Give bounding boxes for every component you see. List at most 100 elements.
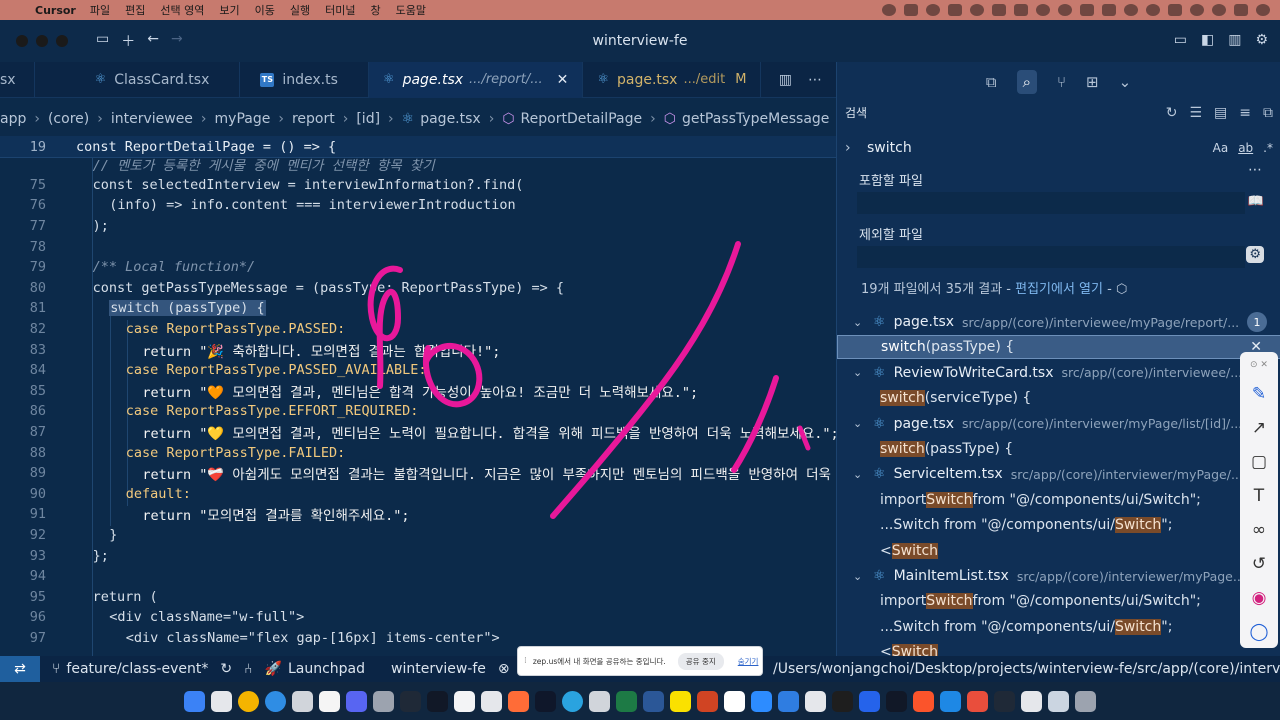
chat-icon[interactable] [1014, 4, 1028, 16]
extensions-icon[interactable]: ⊞ [1086, 73, 1099, 91]
kakaotalk-icon[interactable] [670, 690, 691, 712]
result-match-row[interactable]: ...Switch from "@/components/ui/Switch "; [837, 615, 1280, 639]
breadcrumb-item[interactable]: page.tsx [420, 111, 480, 127]
console-icon[interactable] [994, 690, 1015, 712]
split-layout-icon[interactable]: ▥ [1228, 32, 1241, 48]
code-line[interactable]: 91 return "모의면접 결과를 확인해주세요."; [0, 504, 836, 525]
view-as-tree-icon[interactable]: ⧉ [1263, 105, 1273, 121]
preview-icon[interactable] [1021, 690, 1042, 712]
downloads-icon[interactable] [1048, 690, 1069, 712]
telegram-icon[interactable] [1036, 4, 1050, 16]
menu-file[interactable]: 파일 [90, 2, 110, 18]
postman-icon[interactable] [508, 690, 529, 712]
refresh-icon[interactable]: ↻ [1166, 105, 1178, 121]
word-icon[interactable] [643, 690, 664, 712]
code-line[interactable]: 86 case ReportPassType.EFFORT_REQUIRED: [0, 401, 836, 422]
code-line[interactable]: 77); [0, 216, 836, 237]
tab-partial[interactable]: sx [0, 61, 35, 98]
result-match-row[interactable]: switch (serviceType) { [837, 386, 1280, 410]
code-line[interactable]: 79 /** Local function*/ [0, 257, 836, 278]
code-line[interactable]: 94 [0, 566, 836, 587]
chevron-down-icon[interactable]: ⌄ [853, 468, 869, 481]
menu-edit[interactable]: 편집 [125, 2, 145, 18]
calendar-icon[interactable] [724, 690, 745, 712]
result-match-row[interactable]: < Switch [837, 539, 1280, 563]
menu-window[interactable]: 창 [370, 2, 380, 18]
notion-icon[interactable] [454, 690, 475, 712]
code-line[interactable]: 82 case ReportPassType.PASSED: [0, 319, 836, 340]
menu-terminal[interactable]: 터미널 [325, 2, 355, 18]
finder-icon[interactable] [184, 690, 205, 712]
stop-sharing-button[interactable]: 공유 중지 [677, 652, 724, 670]
chatgpt-icon[interactable] [481, 690, 502, 712]
result-match-row[interactable]: import Switch from "@/components/ui/Swit… [837, 488, 1280, 512]
menu-go[interactable]: 이동 [255, 2, 275, 18]
code-line[interactable]: 75 const selectedInterview = interviewInf… [0, 175, 836, 196]
result-file-row[interactable]: ⌄ ⚛ page.tsx src/app/(core)/interviewer/myP… [837, 412, 1280, 436]
breadcrumb-item[interactable]: (core) [48, 111, 89, 127]
result-file-row[interactable]: ⌄ ⚛ MainItemList.tsx src/app/(core)/intervi… [837, 564, 1280, 588]
menu-run[interactable]: 실행 [290, 2, 310, 18]
link-icon[interactable]: ∞ [1252, 520, 1266, 540]
figma-icon[interactable] [832, 690, 853, 712]
code-line[interactable]: 76 (info) => info.content === interviewer… [0, 195, 836, 216]
messages-icon[interactable] [589, 690, 610, 712]
tab-index-ts[interactable]: TS index.ts [240, 61, 369, 98]
vscode-icon[interactable] [940, 690, 961, 712]
toggle-sidebar-icon[interactable]: ▭ [96, 31, 109, 51]
sync-icon[interactable]: ↻ [220, 661, 232, 677]
tab-classcard[interactable]: ⚛ ClassCard.tsx [35, 61, 241, 98]
source-control-icon[interactable]: ⑂ [1057, 73, 1066, 91]
code-line[interactable]: 88 case ReportPassType.FAILED: [0, 442, 836, 463]
notes-icon[interactable] [292, 690, 313, 712]
result-match-row[interactable]: ...Switch from "@/components/ui/Switch "; [837, 513, 1280, 537]
open-in-editor-link[interactable]: 편집기에서 열기 [1015, 282, 1103, 297]
explorer-icon[interactable]: ⧉ [986, 73, 997, 91]
breadcrumb-item[interactable]: app [0, 111, 26, 127]
siri-icon[interactable] [1256, 4, 1270, 16]
control-center-icon[interactable] [1234, 4, 1248, 16]
launchpad-app-icon[interactable] [211, 690, 232, 712]
pen-app-icon[interactable] [859, 690, 880, 712]
code-line[interactable]: 80 const getPassTypeMessage = (passType: … [0, 278, 836, 299]
toggle-panel-icon[interactable]: ▭ [1174, 32, 1187, 48]
sun-icon[interactable] [926, 4, 940, 16]
result-file-row[interactable]: ⌄ ⚛ ReviewToWriteCard.tsx src/app/(core)/in… [837, 361, 1280, 385]
code-line[interactable]: 89 return "❤️‍🩹 아쉽게도 모의면접 결과는 불합격입니다. 지금은… [0, 463, 836, 484]
cloud-icon[interactable] [1102, 4, 1116, 16]
code-line[interactable]: 96 <div className="w-full"> [0, 607, 836, 628]
gear-icon[interactable]: ⚙ [1246, 246, 1264, 263]
discord-icon[interactable] [346, 690, 367, 712]
globe-icon[interactable] [970, 4, 984, 16]
exclude-files-input[interactable] [857, 246, 1245, 268]
tab-page-edit[interactable]: ⚛ page.tsx .../edit M [583, 61, 762, 98]
zoom-icon[interactable] [751, 690, 772, 712]
match-case-toggle[interactable]: Aa [1213, 141, 1229, 155]
code-line[interactable]: 95 return ( [0, 587, 836, 608]
excel-icon[interactable] [616, 690, 637, 712]
telegram-app-icon[interactable] [562, 690, 583, 712]
breadcrumb-item[interactable]: ReportDetailPage [521, 111, 643, 127]
kakao-icon[interactable] [373, 690, 394, 712]
code-line[interactable]: 78 [0, 236, 836, 257]
menu-help[interactable]: 도움말 [396, 2, 426, 18]
menu-selection[interactable]: 선택 영역 [160, 2, 204, 18]
chevron-down-icon[interactable]: ⌄ [853, 417, 869, 430]
cursor-highlight-icon[interactable]: ◯ [1249, 622, 1268, 642]
breadcrumb-item[interactable]: interviewee [111, 111, 193, 127]
iterm-icon[interactable] [886, 690, 907, 712]
split-editor-icon[interactable]: ▥ [779, 72, 792, 88]
screen-share-icon[interactable] [904, 4, 918, 16]
result-file-row[interactable]: ⌄ ⚛ ServiceItem.tsx src/app/(core)/intervie… [837, 462, 1280, 486]
menubar-app-name[interactable]: Cursor [35, 4, 76, 17]
settings-gear-icon[interactable]: ⚙ [1255, 32, 1268, 48]
powerpoint-icon[interactable] [697, 690, 718, 712]
code-line[interactable]: 90 default: [0, 484, 836, 505]
new-tab-icon[interactable]: ＋ [121, 31, 135, 51]
breadcrumb-item[interactable]: report [292, 111, 335, 127]
maximize-window-button[interactable] [56, 35, 68, 47]
chevron-down-icon[interactable]: ⌄ [853, 366, 869, 379]
brave-icon[interactable] [913, 690, 934, 712]
branch-name[interactable]: feature/class-event* [66, 661, 208, 677]
result-match-row[interactable]: < Switch [837, 640, 1280, 656]
